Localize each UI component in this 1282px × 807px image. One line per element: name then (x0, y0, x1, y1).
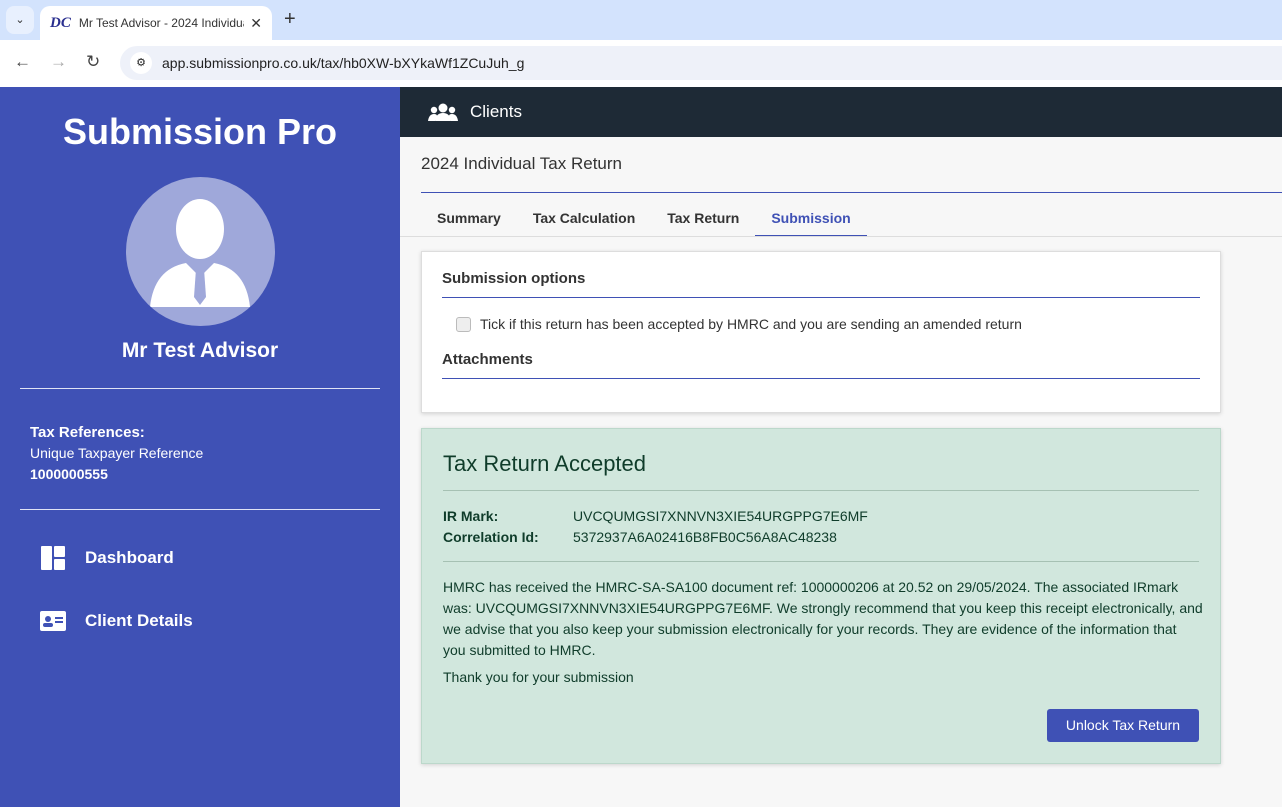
favicon-icon: DC (50, 14, 71, 31)
tab-summary[interactable]: Summary (421, 204, 517, 237)
divider (442, 297, 1200, 298)
tab-title: Mr Test Advisor - 2024 Individual Tax Re… (78, 16, 244, 30)
reload-icon[interactable]: ↻ (86, 52, 100, 72)
divider (443, 490, 1199, 491)
clients-link[interactable]: Clients (470, 102, 522, 122)
tab-tax-return[interactable]: Tax Return (651, 204, 755, 237)
site-settings-icon[interactable]: ⚙ (130, 52, 152, 74)
forward-icon[interactable]: → (50, 52, 67, 72)
correlation-id-label: Correlation Id: (443, 529, 539, 545)
checkbox[interactable] (456, 316, 471, 332)
divider (421, 192, 1282, 193)
sidebar-item-label: Client Details (85, 611, 193, 630)
divider (20, 509, 380, 510)
address-bar[interactable]: ⚙ app.submissionpro.co.uk/tax/hb0XW-bXYk… (120, 46, 1282, 80)
tax-return-accepted-panel: Tax Return Accepted IR Mark: UVCQUMGSI7XN… (421, 428, 1221, 764)
divider (20, 388, 380, 389)
ir-mark-value: UVCQUMGSI7XNNVN3XIE54URGPPG7E6MF (573, 508, 868, 524)
utr-value: 1000000555 (30, 466, 108, 482)
attachments-heading: Attachments (442, 351, 533, 368)
ir-mark-row: IR Mark: UVCQUMGSI7XNNVN3XIE54URGPPG7E6MF (443, 508, 868, 524)
browser-toolbar: ← → ↻ ⚙ app.submissionpro.co.uk/tax/hb0X… (0, 40, 1282, 87)
dashboard-icon (41, 546, 65, 570)
avatar (126, 177, 275, 326)
tab-submission[interactable]: Submission (755, 204, 867, 237)
tab-bar: Summary Tax Calculation Tax Return Submi… (421, 204, 867, 237)
submission-options-card: Submission options Tick if this return h… (421, 251, 1221, 413)
id-card-icon (40, 611, 66, 631)
page-title: 2024 Individual Tax Return (421, 154, 622, 173)
unlock-tax-return-button[interactable]: Unlock Tax Return (1047, 709, 1199, 742)
sidebar: Submission Pro Mr Test Advisor Tax Refer… (0, 87, 400, 807)
ir-mark-label: IR Mark: (443, 508, 499, 524)
back-icon[interactable]: ← (14, 52, 31, 72)
correlation-id-value: 5372937A6A02416B8FB0C56A8AC48238 (573, 529, 837, 545)
accepted-heading: Tax Return Accepted (443, 451, 647, 476)
tax-refs-heading: Tax References: (30, 424, 145, 441)
url-text: app.submissionpro.co.uk/tax/hb0XW-bXYkaW… (162, 55, 525, 71)
brand-title: Submission Pro (62, 111, 338, 152)
thanks-message: Thank you for your submission (443, 669, 634, 685)
browser-tab-strip: ⌄ DC Mr Test Advisor - 2024 Individual T… (0, 0, 1282, 40)
utr-label: Unique Taxpayer Reference (30, 445, 204, 461)
tab-search-button[interactable]: ⌄ (6, 6, 34, 34)
tax-references: Tax References: Unique Taxpayer Referenc… (30, 422, 203, 485)
receipt-message: HMRC has received the HMRC-SA-SA100 docu… (443, 579, 1203, 658)
correlation-id-row: Correlation Id: 5372937A6A02416B8FB0C56A8… (443, 529, 837, 545)
divider (442, 378, 1200, 379)
sidebar-item-label: Dashboard (85, 548, 174, 567)
sidebar-item-client-details[interactable]: Client Details (40, 611, 193, 631)
tab-tax-calculation[interactable]: Tax Calculation (517, 204, 651, 237)
divider (400, 236, 1282, 237)
user-name: Mr Test Advisor (121, 339, 279, 362)
browser-tab[interactable]: DC Mr Test Advisor - 2024 Individual Tax… (40, 6, 272, 40)
amended-return-checkbox[interactable]: Tick if this return has been accepted by… (456, 316, 1022, 332)
user-silhouette-icon (150, 199, 250, 307)
close-tab-icon[interactable]: ✕ (250, 15, 262, 32)
top-bar: Clients (400, 87, 1282, 137)
users-icon (428, 103, 458, 121)
divider (443, 561, 1199, 562)
new-tab-button[interactable]: + (284, 8, 296, 31)
submission-options-heading: Submission options (442, 270, 586, 287)
amended-return-label: Tick if this return has been accepted by… (480, 316, 1022, 332)
sidebar-item-dashboard[interactable]: Dashboard (40, 546, 174, 570)
